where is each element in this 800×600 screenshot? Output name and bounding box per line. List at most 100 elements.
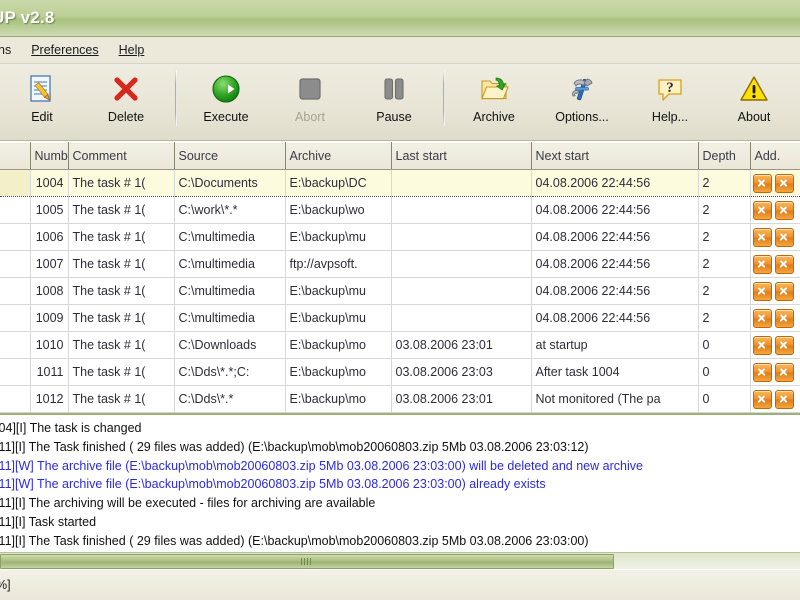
log-panel[interactable]: 3:03:29:[1004][I] The task is changed 3:0… <box>0 413 800 569</box>
toolbar-separator-2 <box>443 70 445 126</box>
toolbar-button-archive[interactable]: Archive <box>452 68 536 132</box>
toolbar-label-archive: Archive <box>473 110 515 124</box>
cell-number: 1010 <box>30 331 69 359</box>
table-row[interactable]: 1004 The task # 1(C:\Documents E:\backup\D… <box>0 169 800 197</box>
table-row[interactable]: 1006 The task # 1(C:\multimedia E:\backup\… <box>0 223 800 251</box>
cell-archive: E:\backup\mo <box>285 331 392 359</box>
delete-task-button[interactable] <box>752 227 772 247</box>
row-indicator-cell[interactable] <box>0 223 31 251</box>
delete-task-button[interactable] <box>752 389 772 409</box>
row-indicator-cell[interactable] <box>0 385 31 413</box>
delete-task-button[interactable] <box>752 200 772 220</box>
cell-last-start <box>391 169 532 197</box>
menu-actions[interactable]: ns <box>0 40 21 60</box>
cell-next-start: 04.08.2006 22:44:56 <box>531 277 699 305</box>
secondary-task-button[interactable] <box>774 281 794 301</box>
row-indicator-cell[interactable] <box>0 358 31 386</box>
cell-next-start: After task 1004 <box>531 358 699 386</box>
cell-number: 1011 <box>30 358 69 386</box>
toolbar-label-pause: Pause <box>376 110 412 124</box>
row-indicator-cell[interactable] <box>0 250 31 278</box>
row-indicator-cell[interactable] <box>0 304 31 332</box>
table-row[interactable]: 1005 The task # 1(C:\work\*.* E:\backup\wo… <box>0 196 800 224</box>
application-window: UP v2.8 ns Preferences Help <box>0 0 800 600</box>
cell-archive: E:\backup\mu <box>285 223 392 251</box>
secondary-task-button[interactable] <box>774 389 794 409</box>
cell-last-start: 03.08.2006 23:01 <box>391 385 532 413</box>
cell-source: C:\Dds\*.*;C: <box>174 358 286 386</box>
secondary-task-button[interactable] <box>774 362 794 382</box>
cell-last-start: 03.08.2006 23:03 <box>391 358 532 386</box>
delete-task-button[interactable] <box>752 362 772 382</box>
table-row[interactable]: 1010 The task # 1(C:\Downloads E:\backup\m… <box>0 331 800 359</box>
column-header-number[interactable]: Numb <box>30 142 69 170</box>
log-horizontal-scrollbar[interactable] <box>0 552 800 569</box>
edit-document-icon <box>26 73 58 105</box>
row-indicator-cell[interactable] <box>0 169 31 197</box>
cell-number: 1007 <box>30 250 69 278</box>
status-bar: %] <box>0 569 800 600</box>
cell-comment: The task # 1( <box>68 331 175 359</box>
cell-last-start: 03.08.2006 23:01 <box>391 331 532 359</box>
table-row[interactable]: 1012 The task # 1(C:\Dds\*.* E:\backup\mo 0… <box>0 385 800 413</box>
table-row[interactable]: 1011 The task # 1(C:\Dds\*.*;C: E:\backup\… <box>0 358 800 386</box>
column-header-archive[interactable]: Archive <box>285 142 392 170</box>
table-row[interactable]: 1007 The task # 1(C:\multimedia ftp://avps… <box>0 250 800 278</box>
log-line: 3:02:59:[1011][I] The Task finished ( 29… <box>0 533 589 548</box>
delete-task-button[interactable] <box>752 335 772 355</box>
cell-next-start: 04.08.2006 22:44:56 <box>531 196 699 224</box>
cell-next-start: 04.08.2006 22:44:56 <box>531 304 699 332</box>
title-bar: UP v2.8 <box>0 0 800 37</box>
toolbar-button-edit[interactable]: Edit <box>0 68 84 132</box>
toolbar-button-delete[interactable]: Delete <box>84 68 168 132</box>
table-row[interactable]: 1008 The task # 1(C:\multimedia E:\backup\… <box>0 277 800 305</box>
column-header-next-start[interactable]: Next start <box>531 142 699 170</box>
delete-task-button[interactable] <box>752 281 772 301</box>
column-header-rowindex[interactable] <box>0 142 31 170</box>
row-indicator-cell[interactable] <box>0 277 31 305</box>
column-header-last-start[interactable]: Last start <box>391 142 532 170</box>
row-indicator-cell[interactable] <box>0 331 31 359</box>
delete-task-button[interactable] <box>752 254 772 274</box>
delete-task-button[interactable] <box>752 308 772 328</box>
log-line: 3:03:09:[1011][W] The archive file (E:\b… <box>0 458 643 473</box>
secondary-task-button[interactable] <box>774 200 794 220</box>
cell-archive: E:\backup\DC <box>285 169 392 197</box>
row-indicator-cell[interactable] <box>0 196 31 224</box>
toolbar-button-abort[interactable]: Abort <box>268 68 352 132</box>
menu-preferences[interactable]: Preferences <box>21 40 108 60</box>
toolbar-button-execute[interactable]: Execute <box>184 68 268 132</box>
log-line: 3:03:29:[1004][I] The task is changed <box>0 421 142 435</box>
cell-source: C:\Downloads <box>174 331 286 359</box>
cell-number: 1005 <box>30 196 69 224</box>
log-scrollbar-thumb[interactable] <box>0 554 614 569</box>
toolbar-button-pause[interactable]: Pause <box>352 68 436 132</box>
column-header-source[interactable]: Source <box>174 142 286 170</box>
cell-next-start: 04.08.2006 22:44:56 <box>531 250 699 278</box>
cell-last-start <box>391 196 532 224</box>
secondary-task-button[interactable] <box>774 335 794 355</box>
cell-comment: The task # 1( <box>68 250 175 278</box>
secondary-task-button[interactable] <box>774 227 794 247</box>
pause-bars-icon <box>378 73 410 105</box>
toolbar-button-help[interactable]: ? Help... <box>628 68 712 132</box>
menu-help[interactable]: Help <box>109 40 155 60</box>
scrollbar-grip-icon <box>301 558 313 565</box>
table-header-row: Numb Comment Source Archive Last start N… <box>0 142 800 170</box>
cell-last-start <box>391 277 532 305</box>
column-header-depth[interactable]: Depth <box>698 142 751 170</box>
secondary-task-button[interactable] <box>774 254 794 274</box>
cell-depth: 2 <box>698 196 751 224</box>
column-header-add[interactable]: Add. <box>750 142 800 170</box>
cell-source: C:\multimedia <box>174 304 286 332</box>
toolbar-button-options[interactable]: Options... <box>536 68 628 132</box>
table-row[interactable]: 1009 The task # 1(C:\multimedia E:\backup\… <box>0 304 800 332</box>
secondary-task-button[interactable] <box>774 173 794 193</box>
toolbar-button-about[interactable]: About <box>712 68 796 132</box>
delete-task-button[interactable] <box>752 173 772 193</box>
secondary-task-button[interactable] <box>774 308 794 328</box>
cell-archive: E:\backup\mo <box>285 385 392 413</box>
stop-square-icon <box>294 73 326 105</box>
folder-arrow-icon <box>478 73 510 105</box>
column-header-comment[interactable]: Comment <box>68 142 175 170</box>
